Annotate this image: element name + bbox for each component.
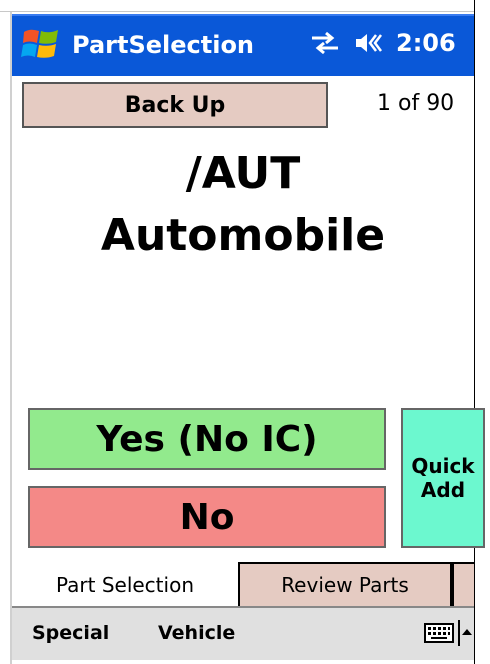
tab-strip: Part Selection Review Parts: [12, 562, 474, 606]
app-title: PartSelection: [72, 31, 255, 59]
back-up-button[interactable]: Back Up: [22, 82, 328, 128]
part-description: Automobile: [100, 210, 386, 261]
sip-toggle[interactable]: [458, 620, 472, 646]
menu-bar: Special Vehicle: [12, 606, 474, 660]
tab-part-selection[interactable]: Part Selection: [12, 562, 238, 606]
volume-icon[interactable]: [354, 31, 382, 55]
connectivity-icon[interactable]: [310, 31, 340, 55]
yes-no-ic-button[interactable]: Yes (No IC): [28, 408, 386, 470]
windows-start-icon[interactable]: [20, 24, 62, 66]
device-frame-right: [475, 0, 490, 664]
device-frame-top: [0, 0, 490, 12]
main-content: Back Up 1 of 90 /AUT Automobile Yes (No …: [12, 76, 485, 562]
quick-add-button[interactable]: Quick Add: [401, 408, 485, 548]
menu-vehicle[interactable]: Vehicle: [158, 622, 235, 644]
clock[interactable]: 2:06: [396, 29, 456, 57]
no-button[interactable]: No: [28, 486, 386, 548]
keyboard-icon[interactable]: [424, 622, 454, 644]
status-area: 2:06: [310, 29, 456, 57]
tab-overflow[interactable]: [452, 562, 474, 606]
title-bar: PartSelection 2:06: [12, 14, 474, 76]
menu-special[interactable]: Special: [32, 622, 109, 644]
caret-up-icon: [462, 629, 472, 635]
tab-review-parts[interactable]: Review Parts: [238, 562, 452, 606]
page-counter: 1 of 90: [377, 91, 455, 116]
quick-add-label: Quick Add: [411, 454, 475, 502]
part-code: /AUT: [185, 148, 301, 199]
